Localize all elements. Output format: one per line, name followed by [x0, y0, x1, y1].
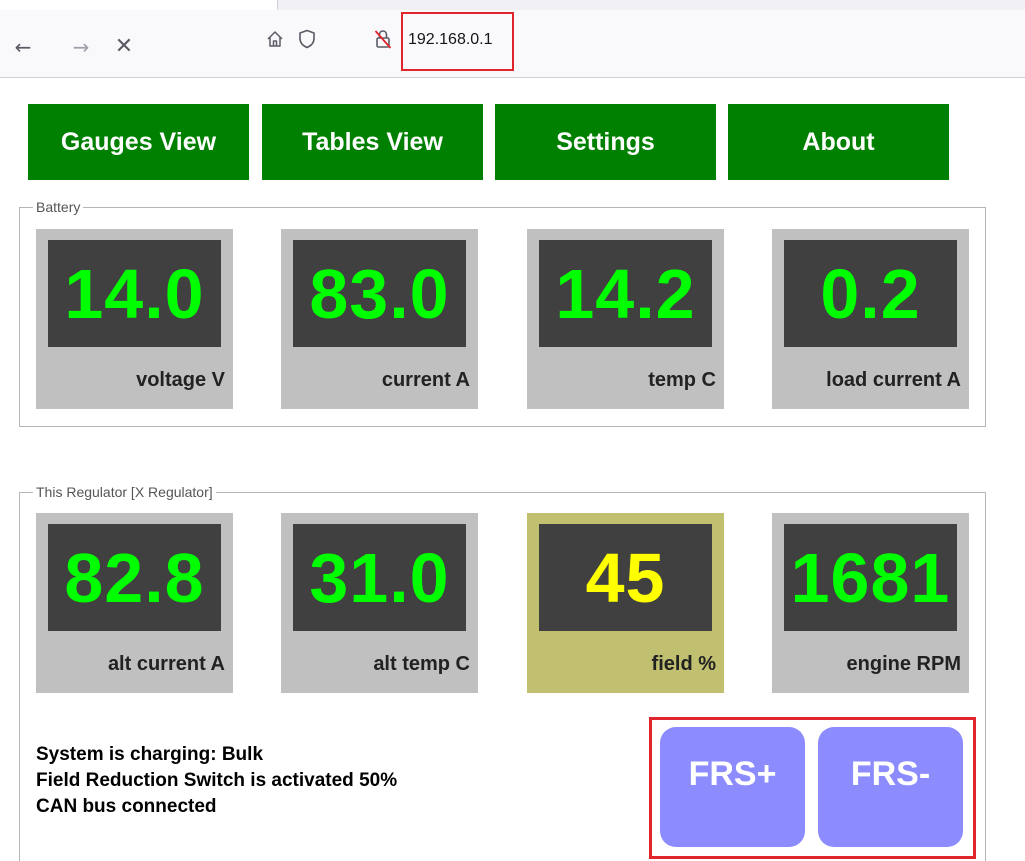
gauge-alt-current: 82.8 alt current A — [36, 513, 233, 693]
gauge-value: 14.2 — [539, 240, 712, 347]
gauge-value: 0.2 — [784, 240, 957, 347]
tab-strip — [0, 0, 1025, 10]
status-line-can-bus: CAN bus connected — [36, 796, 217, 817]
gauge-voltage: 14.0 voltage V — [36, 229, 233, 409]
gauge-alt-temp: 31.0 alt temp C — [281, 513, 478, 693]
gauge-label: alt temp C — [373, 653, 470, 675]
home-icon[interactable] — [266, 30, 284, 48]
gauge-temp: 14.2 temp C — [527, 229, 724, 409]
status-line-field-reduction: Field Reduction Switch is activated 50% — [36, 770, 398, 791]
tab-tables-view[interactable]: Tables View — [262, 104, 483, 180]
tab-settings[interactable]: Settings — [495, 104, 716, 180]
tab-about[interactable]: About — [728, 104, 949, 180]
stop-icon[interactable]: ✕ — [109, 32, 139, 62]
gauge-engine-rpm: 1681 engine RPM — [772, 513, 969, 693]
gauge-value: 1681 — [784, 524, 957, 631]
gauge-label: load current A — [826, 369, 961, 391]
gauge-value: 14.0 — [48, 240, 221, 347]
gauge-value: 83.0 — [293, 240, 466, 347]
back-arrow-icon[interactable]: ← — [8, 32, 38, 62]
gauge-field: 45 field % — [527, 513, 724, 693]
tab-gauges-view[interactable]: Gauges View — [28, 104, 249, 180]
gauge-current: 83.0 current A — [281, 229, 478, 409]
gauge-value: 45 — [539, 524, 712, 631]
shield-icon[interactable] — [298, 29, 316, 49]
frs-plus-button[interactable]: FRS+ — [660, 727, 805, 847]
regulator-legend: This Regulator [X Regulator] — [33, 484, 216, 500]
gauge-label: voltage V — [136, 369, 225, 391]
forward-arrow-icon[interactable]: → — [66, 32, 96, 62]
status-text: System is charging: Bulk Field Reduction… — [36, 742, 397, 820]
frs-minus-button[interactable]: FRS- — [818, 727, 963, 847]
gauge-load-current: 0.2 load current A — [772, 229, 969, 409]
gauge-label: current A — [381, 369, 470, 391]
insecure-lock-icon[interactable] — [374, 29, 392, 49]
gauge-label: alt current A — [107, 653, 225, 675]
gauge-value: 31.0 — [293, 524, 466, 631]
gauge-label: temp C — [648, 369, 716, 391]
gauge-value: 82.8 — [48, 524, 221, 631]
battery-legend: Battery — [33, 199, 84, 215]
active-tab[interactable] — [0, 0, 278, 10]
gauge-label: field % — [651, 653, 716, 675]
gauge-label: engine RPM — [846, 653, 961, 675]
url-bar[interactable]: 192.168.0.1 — [408, 31, 493, 49]
status-line-charging: System is charging: Bulk — [36, 744, 264, 765]
